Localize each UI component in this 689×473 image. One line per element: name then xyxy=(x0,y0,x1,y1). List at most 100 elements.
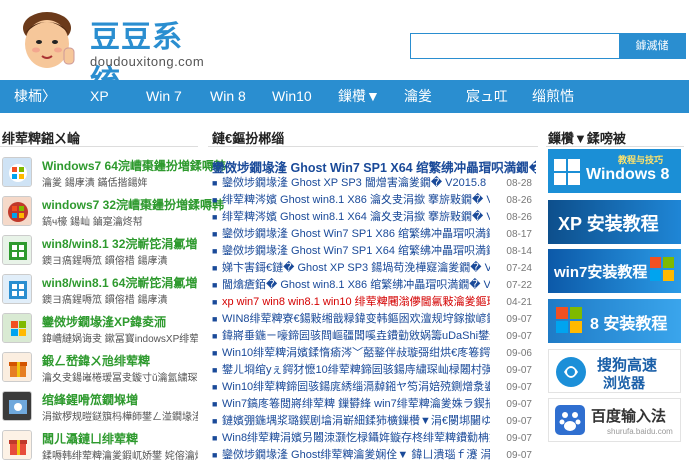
rec-desc: 鎬ч檺 鍚屾 鏀寔瀹炵幇 xyxy=(42,217,143,228)
search-box: 鎼滅储 xyxy=(410,33,686,59)
news-link[interactable]: Win10绯荤粺鍗囩骇鍚庣綉缁滆繛鎺ヤ笉涓婄殑鍘熷洜鍙婅В鍐虫柟娉� xyxy=(222,379,490,396)
divider xyxy=(0,146,198,147)
rec-title[interactable]: Windows7 64浣嶆棗鑸扮増鍒嗕韩 xyxy=(42,157,226,174)
rec-desc: 瀹夎 鍚庨潰 鏋佸揩鍚姩 xyxy=(42,178,148,189)
nav-item-tools[interactable]: 宸ュ叿 xyxy=(466,80,508,113)
news-link[interactable]: 绯荤粺涔嬪 Ghost win8.1 X86 瀹夊叏涓撳 搴旂敤鐗� V2015… xyxy=(222,192,490,209)
nav-item-tutorial[interactable]: 鏁欑▼ xyxy=(338,80,380,113)
news-link[interactable]: 鑾傚埗鐗堟湰 Ghost Win7 SP1 X64 绾繁绋冲畾瑁呮満鐗� V20… xyxy=(222,243,490,260)
news-date: 04-21 xyxy=(506,297,532,308)
list-item[interactable]: 鍛ㄥ嵆鍏ㄨ兘绯荤粺 瀹夊叏鍚嶉棬瑷冨叏鏇寸ǔ瀹氳繍琛岀ǔ xyxy=(2,350,198,386)
list-item[interactable]: win8/win8.1 32浣嶄笓涓氱増 鐭ヨ瘑鍟嗕笟 鏆傛棤 鍚庨潰 xyxy=(2,233,198,269)
rec-title[interactable]: 鑾傚埗鐗堟湰XP鍏夌洏 xyxy=(42,313,166,330)
news-link[interactable]: WIN8绯荤粺寮€鍚敤缃戠粶鍏变韩鏂囦欢澶规垨鎵撳嵃鏈� xyxy=(222,311,490,328)
table-row: ■ 绯荤粺涔嬪 Ghost win8.1 X86 瀹夊叏涓撳 搴旂敤鐗� V201… xyxy=(212,192,534,209)
main-nav: 棣栭〉 XP Win 7 Win 8 Win10 鏁欑▼ 瀹夎 宸ュ叿 缁煎悎 xyxy=(0,80,689,113)
bullet-icon: ■ xyxy=(212,399,218,409)
list-item[interactable]: 鑾傚埗鐗堟湰XP鍏夌洏 鍏嶆縺娲诲叏 鏉冨寳indowsXP绯荤粺 xyxy=(2,311,198,347)
baidu-paw-icon xyxy=(555,405,585,435)
news-link[interactable]: 鏈嬪弸鍦堣浆璐鍥剧墖涓嶄細鍒犻櫎鏁欑▼涓€閿垹闄ゆ湅鍙嬪湀 xyxy=(222,413,490,430)
rec-desc: 瀹夊叏鍚嶉棬瑷冨叏鏇寸ǔ瀹氳繍琛岀ǔ xyxy=(42,373,198,384)
table-row: ■ 绯荤粺涔嬪 Ghost win8.1 X64 瀹夊叏涓撳 搴旂敤鐗� V201… xyxy=(212,209,534,226)
news-link[interactable]: 娣卞害鎶€鏈� Ghost XP SP3 鍚堝苟浼樺寲瀹夎鐗� V2015.7 xyxy=(222,260,490,277)
search-button[interactable]: 鎼滅储 xyxy=(619,34,685,58)
banner-title: 8 安装教程 xyxy=(590,316,668,333)
nav-item-home[interactable]: 棣栭〉 xyxy=(14,80,56,113)
search-input[interactable] xyxy=(413,36,615,56)
news-link[interactable]: xp win7 win8 win8.1 win10 绯荤粺闀滃儚閫氱敤瀹夎鏂瑰紡 xyxy=(222,294,490,311)
nav-item-xp[interactable]: XP xyxy=(90,80,109,113)
news-date: 09-07 xyxy=(506,382,532,393)
news-link[interactable]: 鑾傚埗鐗堟湰 Ghost Win7 SP1 X86 绾繁绋冲畾瑁呮満鐗� V20… xyxy=(222,226,490,243)
middle-column-title: 鏈€鏂扮郴缁 xyxy=(212,131,285,146)
list-item[interactable]: 闆ㄦ灄鏈ㄩ绯荤粺 鍒嗕韩绯荤粺瀹夎鍜屼娇鐢 姹傛瀹炵幇 xyxy=(2,428,198,464)
bullet-icon: ■ xyxy=(212,229,218,239)
list-item[interactable]: windows7 32浣嶆棗鑸扮増鍒嗕韩 鎬ч檺 鍚屾 鏀寔瀹炵幇 xyxy=(2,194,224,230)
news-link[interactable]: Win10绯荤粺涓嬪鍒惰瘉涔﹀嚭鐜伴敊璇彁绀烘€庝箞鍔炰簡鍛ㄥ叏瑙ｅ喅 xyxy=(222,345,490,362)
news-date: 09-07 xyxy=(506,433,532,444)
featured-article-link[interactable]: 鑾傚埗鐗堟湰 Ghost Win7 SP1 X64 绾繁绋冲畾瑁呮満鐗� V20… xyxy=(212,157,536,176)
divider xyxy=(208,146,538,147)
news-link[interactable]: 鐢ㄦ埛绾уぇ鍔犲懡10绯荤粺鍗囩骇鍚庤繍琛屾椂闂村彉鎱㈡€庝箞鍔� xyxy=(222,362,490,379)
rec-title[interactable]: win8/win8.1 64浣嶄笓涓氱増 xyxy=(42,274,197,291)
banner-title: win7安装教程 xyxy=(554,264,648,281)
rec-title[interactable]: windows7 32浣嶆棗鑸扮増鍒嗕韩 xyxy=(42,196,224,213)
gift-box-icon xyxy=(2,352,32,382)
nav-item-general[interactable]: 缁煎悎 xyxy=(532,80,574,113)
banner-subtitle: shurufa.baidu.com xyxy=(607,427,673,436)
nav-item-win10[interactable]: Win10 xyxy=(272,80,312,113)
news-link[interactable]: 閫熻瘡銆� Ghost win8.1 X86 绾繁绋冲畾瑁呮満鐗� V2015.… xyxy=(222,277,490,294)
news-link[interactable]: Win8绯荤粺涓嬪叧闂洓灏忔椂鑷姩鏇存柊绯荤粺鐨勬柟娉� xyxy=(222,430,490,447)
news-link[interactable]: 鑾傚埗鐗堟湰 Ghost绯荤粺瀹夎娴佺▼ 鍏ㄩ潰瑙ｆ瀽 涓€閿畨瑁呮柟娉� xyxy=(222,447,490,464)
bullet-icon: ■ xyxy=(212,212,218,222)
news-date: 08-28 xyxy=(506,178,532,189)
rec-desc: 鍏嶆縺娲诲叏 鏉冨寳indowsXP绯荤粺 xyxy=(42,334,198,345)
banner-sogou-browser[interactable]: 搜狗高速 浏览器 xyxy=(548,349,681,393)
header: 豆豆系统 doudouxitong.com 鎼滅储 xyxy=(0,0,689,99)
table-row: ■ 鑾傚埗鐗堟湰 Ghost XP SP3 閫熷害瀹夎鐗� V2015.8 08-2… xyxy=(212,175,534,192)
news-link[interactable]: Win7鎬庝箞閲嶈绯荤粺 鏁欎綘 win7绯荤粺瀹夎姝ラ鍥捐В鏁欑▼ xyxy=(222,396,490,413)
rec-title[interactable]: 闆ㄦ灄鏈ㄩ绯荤粺 xyxy=(42,430,138,447)
rec-title[interactable]: 鍛ㄥ嵆鍏ㄨ兘绯荤粺 xyxy=(42,352,150,369)
windows-flag-icon xyxy=(556,307,582,333)
news-date: 08-14 xyxy=(506,246,532,257)
news-date: 09-06 xyxy=(506,348,532,359)
news-link[interactable]: 鑾傚埗鐗堟湰 Ghost XP SP3 閫熷害瀹夎鐗� V2015.8 xyxy=(222,175,490,192)
nav-item-win7[interactable]: Win 7 xyxy=(146,80,182,113)
nav-item-install[interactable]: 瀹夎 xyxy=(404,80,432,113)
news-link[interactable]: 绯荤粺涔嬪 Ghost win8.1 X64 瀹夊叏涓撳 搴旂敤鐗� V2015… xyxy=(222,209,490,226)
news-date: 08-26 xyxy=(506,212,532,223)
windows8-box-icon xyxy=(2,274,32,304)
news-date: 09-07 xyxy=(506,399,532,410)
bullet-icon: ■ xyxy=(212,178,218,188)
xp-box-icon xyxy=(2,313,32,343)
banner-windows8[interactable]: 教程与技巧 Windows 8 xyxy=(548,149,681,193)
banner-win8-install[interactable]: 8 安装教程 xyxy=(548,299,681,343)
nav-item-win8[interactable]: Win 8 xyxy=(210,80,246,113)
table-row: ■ Win10绯荤粺涓嬪鍒惰瘉涔﹀嚭鐜伴敊璇彁绀烘€庝箞鍔炰簡鍛ㄥ叏瑙ｅ喅 09-0… xyxy=(212,345,534,362)
banner-title: 搜狗高速 xyxy=(597,357,658,374)
banner-baidu-ime[interactable]: 百度输入法 shurufa.baidu.com xyxy=(548,398,681,442)
rec-desc: 鐭ヨ瘑鍟嗕笟 鏆傛棤 鍚庨潰 xyxy=(42,295,168,306)
table-row: ■ WIN8绯荤粺寮€鍚敤缃戠粶鍏变韩鏂囦欢澶规垨鎵撳嵃鏈� 09-07 xyxy=(212,311,534,328)
windows-logo-icon xyxy=(554,159,580,185)
table-row: ■ 鑾傚埗鐗堟湰 Ghost Win7 SP1 X64 绾繁绋冲畾瑁呮満鐗� V2… xyxy=(212,243,534,260)
banner-title: XP 安装教程 xyxy=(558,214,659,234)
bullet-icon: ■ xyxy=(212,246,218,256)
bullet-icon: ■ xyxy=(212,314,218,324)
banner-subtitle: 教程与技巧 xyxy=(618,155,664,165)
rec-title[interactable]: 绾綘鍟嗗笟鐗堢増 xyxy=(42,391,138,408)
rec-title[interactable]: win8/win8.1 32浣嶄笓涓氱増 xyxy=(42,235,197,252)
table-row: ■ 鐢ㄦ埛绾уぇ鍔犲懡10绯荤粺鍗囩骇鍚庤繍琛屾椂闂村彉鎱㈡€庝箞鍔� 09-07 xyxy=(212,362,534,379)
banner-win7[interactable]: win7安装教程 xyxy=(548,249,681,293)
news-link[interactable]: 鍏嶈垂鍦ㄧ嚎鍗囩骇閰嶇疆闆嗘垚鐨勭敓娲籌uDaShi鐢熸椿鍔╂墜 e 瑙ｅ喅瑕佹 xyxy=(222,328,490,345)
table-row: ■ 鍏嶈垂鍦ㄧ嚎鍗囩骇閰嶇疆闆嗘垚鐨勭敓娲籌uDaShi鐢熸椿鍔╂墜 e 瑙ｅ喅瑕… xyxy=(212,328,534,345)
site-logo[interactable]: 豆豆系统 doudouxitong.com xyxy=(14,4,204,99)
banner-xp[interactable]: XP 安装教程 xyxy=(548,200,681,244)
news-date: 07-24 xyxy=(506,263,532,274)
windows7-box-icon xyxy=(2,196,32,226)
mascot-logo-icon xyxy=(23,12,75,68)
list-item[interactable]: win8/win8.1 64浣嶄笓涓氱増 鐭ヨ瘑鍟嗕笟 鏆傛棤 鍚庨潰 xyxy=(2,272,198,308)
list-item[interactable]: 绾綘鍟嗗笟鐗堢増 涓撳椤规暟鎹簱杩樺師鐢ㄥ湴鐗堟湰 xyxy=(2,389,198,425)
list-item[interactable]: Windows7 64浣嶆棗鑸扮増鍒嗕韩 瀹夎 鍚庨潰 鏋佸揩鍚姩 xyxy=(2,155,226,191)
